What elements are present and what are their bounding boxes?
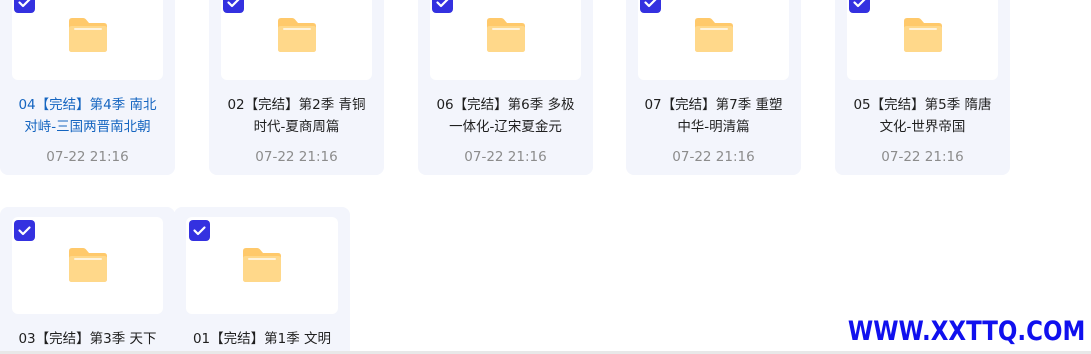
- file-card-07[interactable]: 07【完结】第7季 重塑 中华-明清篇 07-22 21:16: [626, 0, 801, 175]
- file-modified-time: 07-22 21:16: [464, 149, 547, 165]
- file-name[interactable]: 02【完结】第2季 青铜 时代-夏商周篇: [215, 94, 378, 138]
- checkbox-checked-icon[interactable]: [640, 0, 661, 13]
- folder-icon: [66, 17, 110, 53]
- folder-icon: [692, 17, 736, 53]
- file-name[interactable]: 01【完结】第1季 文明: [180, 328, 344, 350]
- file-card-02[interactable]: 02【完结】第2季 青铜 时代-夏商周篇 07-22 21:16: [209, 0, 384, 175]
- checkbox-checked-icon[interactable]: [14, 0, 35, 13]
- file-name[interactable]: 04【完结】第4季 南北 对峙-三国两晋南北朝: [6, 94, 169, 138]
- checkbox-checked-icon[interactable]: [432, 0, 453, 13]
- file-card-05[interactable]: 05【完结】第5季 隋唐 文化-世界帝国 07-22 21:16: [835, 0, 1010, 175]
- file-name[interactable]: 06【完结】第6季 多极 一体化-辽宋夏金元: [424, 94, 587, 138]
- file-card-06[interactable]: 06【完结】第6季 多极 一体化-辽宋夏金元 07-22 21:16: [418, 0, 593, 175]
- file-card-03[interactable]: 03【完结】第3季 天下: [0, 207, 175, 354]
- file-card-04[interactable]: 04【完结】第4季 南北 对峙-三国两晋南北朝 07-22 21:16: [0, 0, 175, 175]
- checkbox-checked-icon[interactable]: [14, 220, 35, 241]
- file-name[interactable]: 03【完结】第3季 天下: [6, 328, 169, 350]
- file-name[interactable]: 05【完结】第5季 隋唐 文化-世界帝国: [841, 94, 1004, 138]
- file-name[interactable]: 07【完结】第7季 重塑 中华-明清篇: [632, 94, 795, 138]
- checkbox-checked-icon[interactable]: [189, 220, 210, 241]
- file-modified-time: 07-22 21:16: [46, 149, 129, 165]
- folder-icon: [240, 247, 284, 283]
- folder-icon: [66, 247, 110, 283]
- checkbox-checked-icon[interactable]: [223, 0, 244, 13]
- file-modified-time: 07-22 21:16: [672, 149, 755, 165]
- watermark-logo: WWW.XXTTQ.COM: [847, 316, 1085, 347]
- checkbox-checked-icon[interactable]: [849, 0, 870, 13]
- file-modified-time: 07-22 21:16: [255, 149, 338, 165]
- file-card-01[interactable]: 01【完结】第1季 文明: [174, 207, 350, 354]
- folder-icon: [901, 17, 945, 53]
- folder-icon: [484, 17, 528, 53]
- folder-icon: [275, 17, 319, 53]
- file-modified-time: 07-22 21:16: [881, 149, 964, 165]
